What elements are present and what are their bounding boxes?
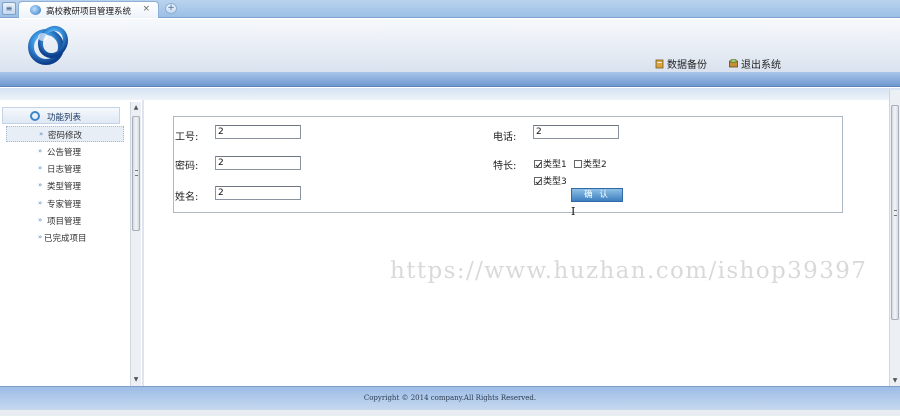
arrow-icon: »: [38, 164, 43, 172]
new-tab-button[interactable]: +: [165, 3, 177, 14]
logout-label: 退出系统: [741, 60, 781, 71]
site-favicon-icon: [30, 5, 41, 15]
password-label: 密码:: [175, 161, 199, 172]
arrow-icon: »: [38, 147, 43, 155]
arrow-icon: »: [38, 181, 43, 189]
id-input[interactable]: [215, 125, 301, 139]
menu-title-label: 功能列表: [47, 113, 82, 123]
sidebar-item-completed[interactable]: » 已完成项目: [6, 230, 124, 246]
sidebar-item-label: 日志管理: [47, 165, 82, 175]
checkbox-unchecked-icon[interactable]: [574, 159, 582, 168]
watermark-text: https://www.huzhan.com/ishop39397: [390, 258, 868, 284]
specialty-checkbox-1[interactable]: 类型1: [534, 157, 567, 170]
logo-icon: [28, 25, 69, 65]
grip-icon: [135, 170, 138, 176]
footer: Copyright © 2014 company.All Rights Rese…: [0, 386, 900, 410]
scroll-down-icon[interactable]: ▼: [132, 376, 140, 384]
sidebar-item-types[interactable]: » 类型管理: [6, 178, 124, 194]
tab-close-icon[interactable]: ×: [142, 4, 150, 14]
name-label: 姓名:: [175, 192, 199, 203]
sidebar: 功能列表 » 密码修改 » 公告管理 » 日志管理 » 类型管理 » 专家管理 » 项目管理…: [2, 104, 130, 386]
sidebar-item-password[interactable]: » 密码修改: [6, 126, 124, 142]
arrow-icon: »: [38, 199, 43, 207]
phone-label: 电话:: [493, 132, 517, 143]
backup-link[interactable]: 数据备份: [655, 56, 707, 71]
scroll-up-icon[interactable]: ▲: [132, 104, 140, 112]
logout-link[interactable]: 退出系统: [729, 56, 781, 71]
browser-tab[interactable]: 高校教研项目管理系统 ×: [18, 1, 159, 18]
specialty-checkbox-3[interactable]: 类型3: [534, 174, 567, 187]
sidebar-item-experts[interactable]: » 专家管理: [6, 196, 124, 212]
specialty-label: 特长:: [493, 161, 517, 172]
browser-tab-strip: ≡ 高校教研项目管理系统 × +: [0, 0, 900, 18]
grip-icon: [894, 210, 897, 216]
password-input[interactable]: [215, 156, 301, 170]
sidebar-item-notices[interactable]: » 公告管理: [6, 144, 124, 160]
copyright-text: Copyright © 2014 company.All Rights Rese…: [363, 394, 537, 402]
scroll-down-icon[interactable]: ▼: [891, 377, 899, 384]
app-header: 数据备份 退出系统: [0, 19, 900, 72]
menu-title: 功能列表: [2, 107, 120, 124]
sidebar-item-projects[interactable]: » 项目管理: [6, 213, 124, 229]
sidebar-item-label: 专家管理: [47, 200, 82, 210]
sidebar-item-label: 已完成项目: [44, 234, 87, 244]
browser-menu-button[interactable]: ≡: [2, 2, 16, 15]
exit-icon: [729, 58, 738, 67]
name-input[interactable]: [215, 186, 301, 200]
search-icon: [30, 111, 40, 121]
main-scroll-thumb[interactable]: [891, 105, 899, 320]
specialty-option-label: 类型1: [543, 160, 567, 170]
phone-input[interactable]: [533, 125, 619, 139]
text-cursor-icon: I: [571, 205, 576, 218]
arrow-icon: »: [39, 130, 44, 138]
sidebar-scrollbar[interactable]: ▲ ▼: [130, 102, 141, 386]
sidebar-scroll-thumb[interactable]: [132, 116, 140, 231]
header-bar: [0, 72, 900, 87]
specialty-option-label: 类型2: [583, 160, 607, 170]
main-scrollbar[interactable]: ▼: [889, 90, 900, 386]
checkbox-checked-icon[interactable]: [534, 159, 542, 168]
specialty-option-label: 类型3: [543, 177, 567, 187]
specialty-checkbox-2[interactable]: 类型2: [574, 157, 607, 170]
checkbox-checked-icon[interactable]: [534, 176, 542, 185]
sidebar-item-logs[interactable]: » 日志管理: [6, 161, 124, 177]
backup-label: 数据备份: [667, 60, 707, 71]
sidebar-item-label: 类型管理: [47, 182, 82, 192]
arrow-icon: »: [38, 216, 43, 224]
tab-title: 高校教研项目管理系统: [46, 7, 132, 17]
id-label: 工号:: [175, 132, 199, 143]
sidebar-item-label: 项目管理: [47, 217, 82, 227]
sidebar-item-label: 公告管理: [47, 148, 82, 158]
database-icon: [655, 59, 664, 68]
sidebar-item-label: 密码修改: [48, 131, 83, 141]
header-shadow: [0, 88, 900, 100]
status-bar: [0, 410, 900, 416]
confirm-button[interactable]: 确 认: [571, 188, 623, 202]
